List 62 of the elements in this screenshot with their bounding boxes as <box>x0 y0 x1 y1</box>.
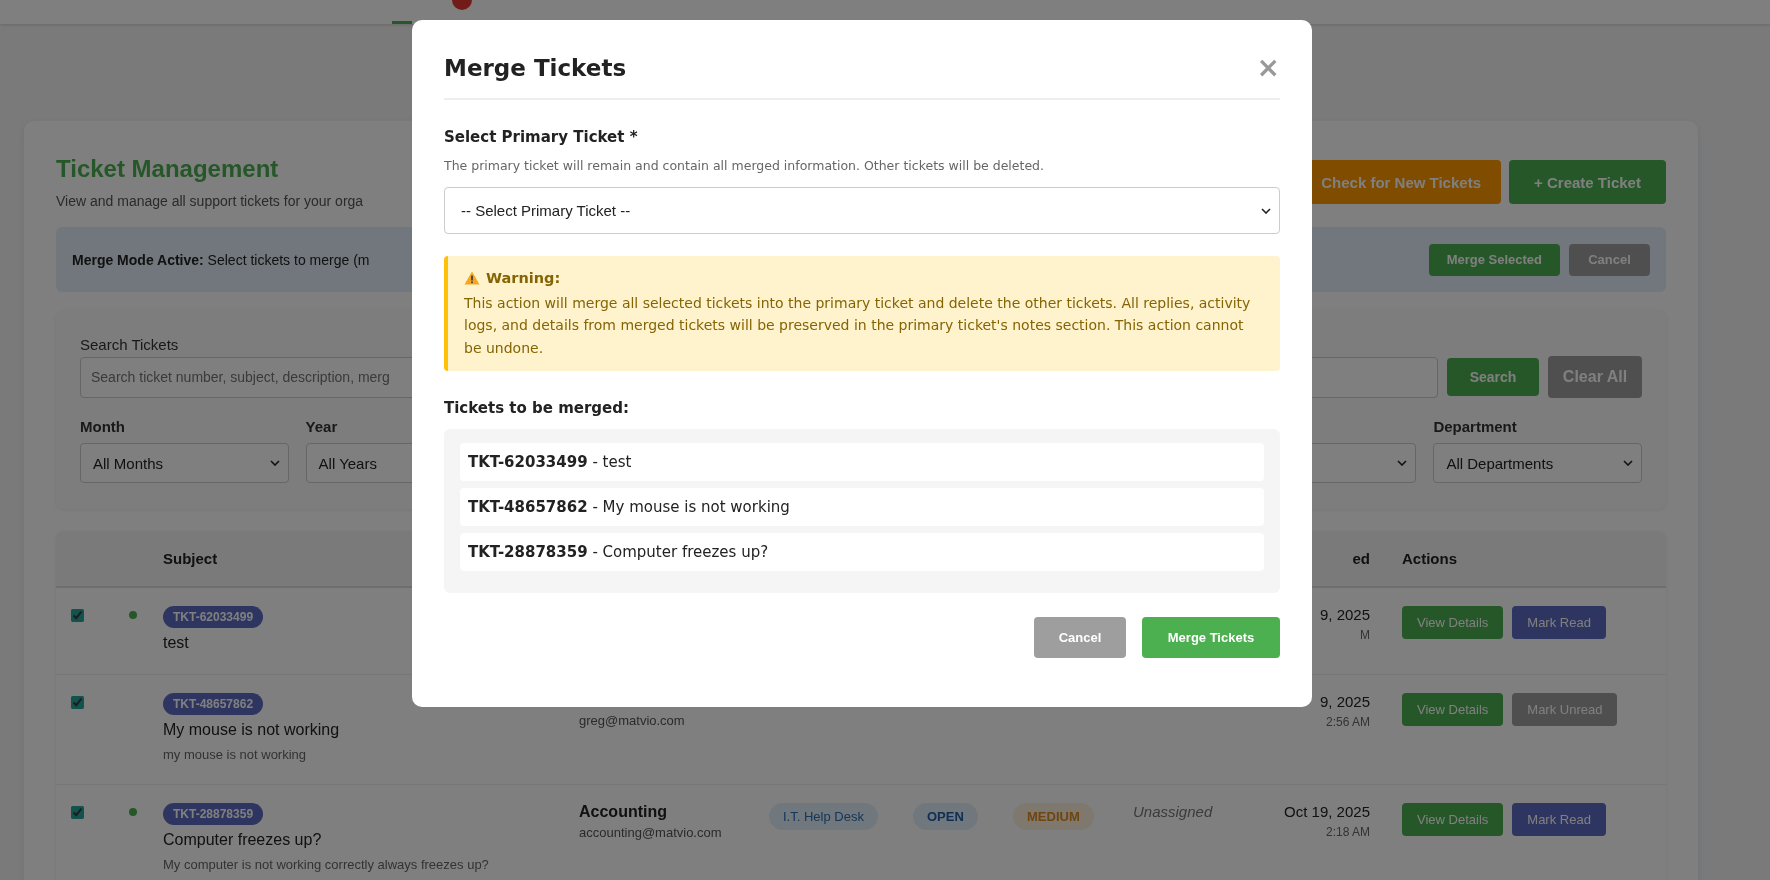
created-date: 9, 2025 <box>1318 693 1370 710</box>
filter-select[interactable]: All Departments <box>1433 443 1642 483</box>
page-subtitle: View and manage all support tickets for your orga <box>56 193 364 209</box>
mark-read-button[interactable]: Mark Read <box>1512 606 1606 639</box>
primary-ticket-select[interactable]: -- Select Primary Ticket -- <box>444 187 1280 234</box>
search-button[interactable]: Search <box>1447 358 1539 396</box>
chevron-icon <box>1623 460 1633 466</box>
requester-name: Accounting <box>579 803 668 821</box>
merge-list-title: Tickets to be merged: <box>444 399 630 418</box>
requester-email: greg@matvio.com <box>579 713 686 728</box>
ticket-number-badge: TKT-62033499 <box>163 606 264 628</box>
filter-label: Department <box>1433 418 1517 435</box>
ticket-subject: test <box>163 634 190 652</box>
merge-selected-button[interactable]: Merge Selected <box>1428 243 1560 276</box>
merge-mode-message: Merge Mode Active: Select tickets to merge (m <box>72 251 370 268</box>
column-header: Actions <box>1401 550 1458 567</box>
chevron-icon <box>1397 460 1408 466</box>
column-header: ed <box>1351 550 1371 567</box>
close-button[interactable]: × <box>1256 54 1280 82</box>
ticket-number-badge: TKT-48657862 <box>163 693 264 715</box>
department-tag: I.T. Help Desk <box>769 803 878 830</box>
priority-tag: MEDIUM <box>1013 803 1094 830</box>
active-tab-indicator <box>392 21 412 24</box>
merge-ticket-item: TKT-62033499 - test <box>460 443 1264 482</box>
mark-read-button[interactable]: Mark Read <box>1512 803 1606 836</box>
ticket-subject: Computer freezes up? <box>163 831 323 849</box>
created-date: Oct 19, 2025 <box>1283 803 1370 820</box>
view-details-button[interactable]: View Details <box>1402 693 1504 726</box>
warning-text: This action will merge all selected tickets into the primary ticket and delete the other tickets. All replies, activity logs, and details from merged tickets will be preserved in the primary ticket's notes section. This action cannot be undone. <box>464 294 1252 358</box>
created-time: 2:56 AM <box>1324 715 1370 729</box>
assignee: Unassigned <box>1133 803 1213 820</box>
row-checkbox[interactable] <box>71 696 84 709</box>
merge-tickets-button[interactable]: Merge Tickets <box>1142 617 1280 659</box>
created-time: M <box>1359 628 1370 642</box>
merge-ticket-item: TKT-48657862 - My mouse is not working <box>460 488 1264 527</box>
filter-label: Year <box>305 418 338 435</box>
field-label: Select Primary Ticket * <box>444 128 639 146</box>
created-time: 2:18 AM <box>1324 825 1370 839</box>
create-ticket-button[interactable]: + Create Ticket <box>1509 160 1666 204</box>
requester-email: accounting@matvio.com <box>579 825 723 840</box>
filter-select[interactable]: All Months <box>80 443 289 483</box>
ticket-subject: My mouse is not working <box>163 721 341 739</box>
ticket-description: my mouse is not working <box>163 747 308 762</box>
view-details-button[interactable]: View Details <box>1402 803 1504 836</box>
status-tag: OPEN <box>913 803 978 830</box>
dialog-title: Merge Tickets <box>444 55 627 81</box>
row-checkbox[interactable] <box>71 806 84 819</box>
chevron-icon <box>1261 207 1271 214</box>
page-title: Ticket Management <box>56 155 280 183</box>
search-label: Search Tickets <box>80 336 179 353</box>
cancel-button[interactable]: Cancel <box>1034 617 1126 659</box>
merge-ticket-item: TKT-28878359 - Computer freezes up? <box>460 533 1264 572</box>
warning-icon <box>464 271 480 285</box>
chevron-icon <box>269 460 280 466</box>
warning-title: Warning: <box>486 270 561 286</box>
created-date: 9, 2025 <box>1318 606 1370 623</box>
ticket-number-badge: TKT-28878359 <box>163 803 264 825</box>
row-checkbox[interactable] <box>71 609 84 622</box>
view-details-button[interactable]: View Details <box>1402 606 1504 639</box>
filter-label: Month <box>80 418 125 435</box>
ticket-description: My computer is not working correctly always freezes up? <box>163 857 490 872</box>
field-help-text: The primary ticket will remain and contain all merged information. Other tickets will be deleted. <box>444 158 1046 173</box>
